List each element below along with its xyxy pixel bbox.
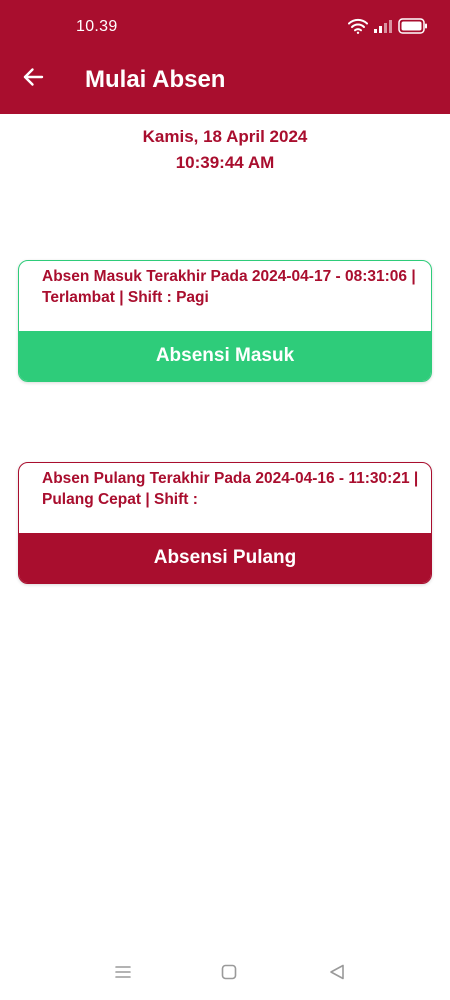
wifi-icon (348, 18, 368, 39)
absen-pulang-info: Absen Pulang Terakhir Pada 2024-04-16 - … (42, 470, 419, 508)
signal-icon (374, 19, 392, 38)
nav-back-button[interactable] (325, 962, 349, 986)
absen-pulang-card: Absen Pulang Terakhir Pada 2024-04-16 - … (18, 462, 432, 584)
back-triangle-icon (328, 963, 346, 986)
back-button[interactable] (16, 62, 50, 96)
absensi-masuk-button[interactable]: Absensi Masuk (19, 331, 431, 381)
absen-masuk-card: Absen Masuk Terakhir Pada 2024-04-17 - 0… (18, 260, 432, 382)
nav-menu-button[interactable] (111, 962, 135, 986)
absensi-pulang-button[interactable]: Absensi Pulang (19, 533, 431, 583)
current-date: Kamis, 18 April 2024 (142, 127, 308, 146)
status-bar-time: 10.39 (76, 18, 118, 35)
status-icons (348, 18, 428, 39)
menu-icon (114, 964, 132, 985)
absen-masuk-info: Absen Masuk Terakhir Pada 2024-04-17 - 0… (42, 268, 416, 306)
page-title: Mulai Absen (85, 66, 226, 93)
current-datetime: Kamis, 18 April 2024 10:39:44 AM (0, 124, 450, 176)
home-square-icon (220, 963, 238, 986)
current-time: 10:39:44 AM (175, 153, 275, 172)
system-navigation-bar (0, 950, 450, 996)
battery-icon (398, 18, 428, 39)
arrow-left-icon (22, 66, 44, 93)
nav-home-button[interactable] (217, 962, 241, 986)
app-header: 10.39 Mulai Absen (0, 0, 450, 114)
